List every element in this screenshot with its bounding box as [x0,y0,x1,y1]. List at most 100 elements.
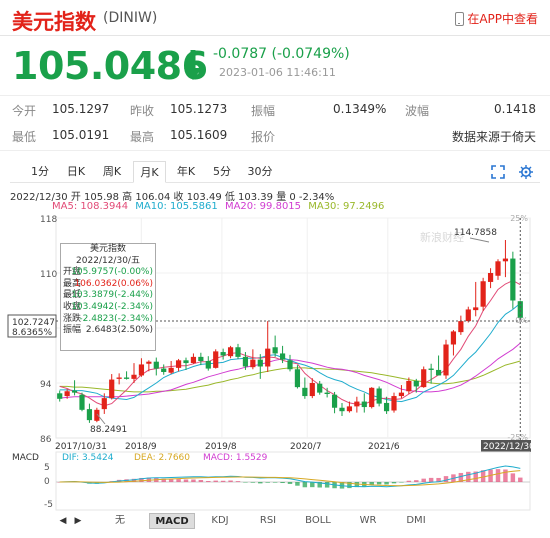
x-tick-label: 2021/6 [368,442,400,452]
candle-body [287,360,293,370]
candle-body [487,273,494,282]
candle-body [57,393,63,399]
open-in-app-link[interactable]: 在APP中查看 [455,10,538,27]
stat-value: 105.1273 [170,102,228,116]
tooltip-title: 美元指数 [89,244,126,254]
candle-body [331,394,338,408]
candle-body [146,361,152,364]
macd-bar [518,477,523,482]
dea-legend: DEA: 2.7660 [134,453,190,463]
dif-legend: DIF: 3.5424 [62,453,114,463]
stat-value: 105.0191 [52,128,110,142]
macd-bar [443,476,449,482]
stat-value: 0.1349% [333,102,387,116]
candle-body [502,258,509,262]
macd-bar [235,481,241,482]
macd-bar [220,480,226,482]
max-price-label: 114.7858 [454,228,497,238]
stat-label: 今开 [12,104,37,118]
candle-body [443,344,449,376]
candle-body [279,353,286,360]
tooltip-value: -2.4823(-2.34%) [79,313,153,324]
tooltip-row: 最低 103.3879(-2.44%) [61,290,155,302]
macd-bar [176,479,181,482]
candle-body [428,368,434,370]
stat-label: 报价 [251,130,276,144]
tab-wr[interactable]: WR [345,513,391,529]
macd-bar [503,469,508,482]
candle-body [294,369,301,388]
down-arrow-icon [184,50,202,80]
candle-body [398,392,405,397]
tooltip-key: 涨跌 [63,313,82,324]
macd-bar [265,482,270,483]
tooltip-value: 2.6483(2.50%) [85,325,153,336]
candle-body [131,374,137,379]
candle-body [265,348,271,367]
macd-bar [198,479,204,482]
candle-body [465,309,471,322]
macd-bar [414,480,419,482]
tab-weekly[interactable]: 周K [96,161,128,183]
macd-bar [399,482,404,483]
candle-body [376,388,382,404]
tab-daily[interactable]: 日K [60,161,92,183]
candle-body [175,360,182,368]
index-name: 美元指数 [12,10,96,34]
y-tick-label: 118 [40,215,57,225]
tooltip-row: 振幅 2.6483(2.50%) [61,325,155,337]
candle-body [71,390,78,393]
stat-label: 振幅 [251,104,276,118]
chart-tooltip: 美元指数 2022/12/30/五 开盘 105.9757(-0.00%) 最高 1… [60,243,156,351]
candle-body [361,401,367,408]
crosshair-pct: 8.6365% [12,328,52,338]
macd-bar [250,482,256,483]
macd-value-legend: MACD: 1.5529 [203,453,268,463]
candle-body [473,307,479,311]
tab-none[interactable]: 无 [97,513,143,529]
candle-body [86,409,93,421]
candle-body [413,380,419,387]
tooltip-row: 涨跌 -2.4823(-2.34%) [61,314,155,326]
tooltip-row: 收盘 103.4942(-2.34%) [61,302,155,314]
candle-body [250,359,256,368]
tab-yearly[interactable]: 年K [170,161,202,183]
candle-body [79,394,85,410]
tab-kdj[interactable]: KDJ [197,513,243,529]
candle-body [435,369,442,376]
tab-dmi[interactable]: DMI [393,513,439,529]
macd-y-tick: -5 [44,500,53,510]
settings-icon[interactable] [519,165,533,179]
macd-bar [495,469,501,482]
y-tick-label: 86 [40,435,52,445]
fullscreen-icon[interactable] [491,165,505,179]
candle-body [109,379,115,399]
candle-body [495,261,501,276]
tab-macd[interactable]: MACD [149,513,195,529]
stat-label: 最高 [130,130,155,144]
period-tabs: 1分 日K 周K 月K 年K 5分 30分 [10,161,540,183]
macd-bar [324,482,330,488]
stats-row: 最低 105.0191 最高 105.1609 报价 数据来源于倚天 [0,128,550,150]
stat-label: 最低 [12,130,37,144]
macd-bar [302,482,308,488]
x-tick-label: 2019/8 [205,442,237,452]
tab-30min[interactable]: 30分 [242,161,278,183]
tab-1min[interactable]: 1分 [24,161,56,183]
tab-monthly[interactable]: 月K [133,161,166,183]
indicator-tabs: 无 MACD KDJ RSI BOLL WR DMI [55,513,539,531]
tab-5min[interactable]: 5分 [206,161,238,183]
data-source-note: 数据来源于倚天 [451,130,536,144]
tab-boll[interactable]: BOLL [295,513,341,529]
candle-body [205,361,211,369]
y-tick-label: 110 [40,270,57,280]
tooltip-value: 105.9757(-0.00%) [71,267,153,278]
min-price-label: 88.2491 [90,425,127,435]
x-tick-label: 2018/9 [125,442,157,452]
macd-bar [228,480,233,482]
macd-bar [206,480,211,482]
tab-rsi[interactable]: RSI [245,513,291,529]
candle-body [183,360,189,364]
candle-body [450,331,457,345]
candle-body [458,321,464,333]
